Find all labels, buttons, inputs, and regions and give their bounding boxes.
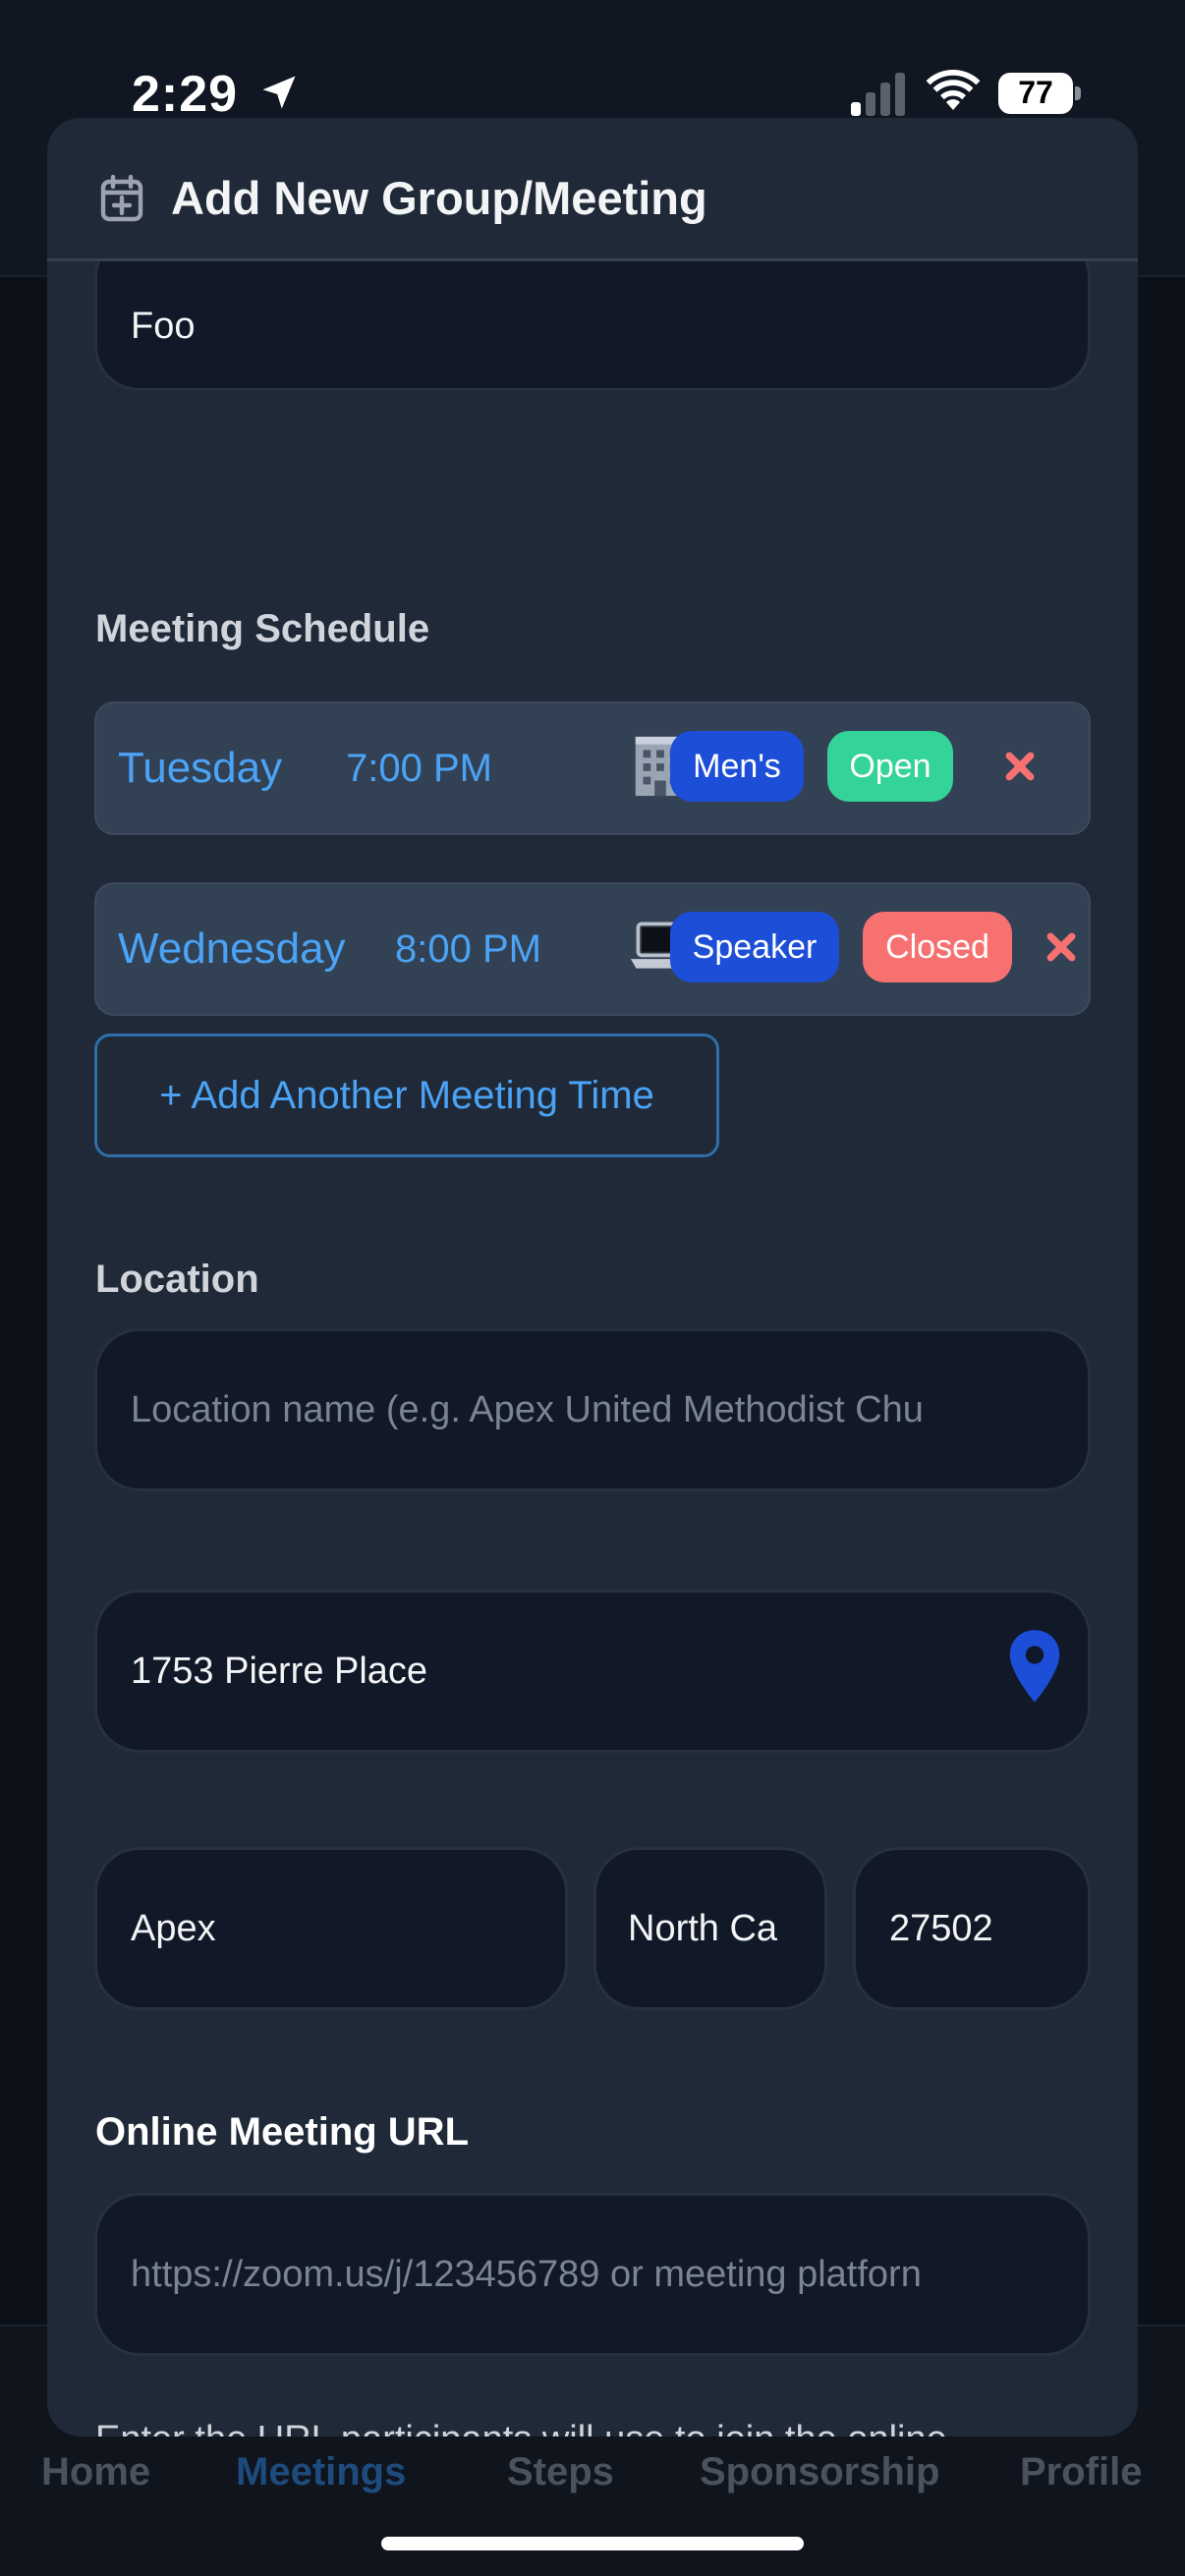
battery-level: 77 [1018,75,1053,110]
group-name-value: Foo [131,305,196,347]
status-time: 2:29 [132,66,239,123]
city-value: Apex [131,1907,216,1949]
meeting-access-badge: Closed [863,912,1012,982]
schedule-row[interactable]: Tuesday 7:00 PM Men's Open [94,701,1091,835]
map-pin-icon[interactable] [1007,1628,1062,1705]
location-name-placeholder: Location name (e.g. Apex United Methodis… [131,1388,924,1430]
schedule-row[interactable]: Wednesday 8:00 PM Speaker Closed [94,882,1091,1016]
remove-icon[interactable] [1044,929,1079,965]
meeting-access-badge: Open [827,731,953,802]
online-meeting-url-label: Online Meeting URL [95,2110,469,2154]
tab-sponsorship[interactable]: Sponsorship [700,2450,939,2494]
modal-scroll-content[interactable]: Foo Meeting Schedule Tuesday 7:00 PM Men… [47,261,1138,2436]
battery-icon: 77 [998,73,1081,116]
state-input[interactable]: North Ca [593,1847,827,2010]
location-arrow-icon [262,76,296,109]
meeting-type-badge: Men's [670,731,804,802]
tab-profile[interactable]: Profile [1020,2450,1142,2494]
modal-title: Add New Group/Meeting [171,172,707,224]
meeting-type-badge: Speaker [670,912,839,982]
wifi-icon [926,69,981,110]
add-meeting-modal: Add New Group/Meeting Foo Meeting Schedu… [47,118,1138,2436]
online-url-help-text: Enter the URL participants will use to j… [95,2409,1088,2436]
online-url-placeholder: https://zoom.us/j/123456789 or meeting p… [131,2253,922,2295]
modal-header: Add New Group/Meeting [47,118,1138,261]
schedule-time: 8:00 PM [395,926,541,971]
tab-steps[interactable]: Steps [507,2450,614,2494]
zip-value: 27502 [889,1907,993,1949]
schedule-day: Wednesday [118,924,346,973]
remove-icon[interactable] [1002,749,1038,784]
address-value: 1753 Pierre Place [131,1650,428,1692]
online-meeting-url-input[interactable]: https://zoom.us/j/123456789 or meeting p… [94,2193,1091,2356]
cellular-signal-icon [851,73,905,116]
tab-home[interactable]: Home [41,2450,150,2494]
tab-meetings[interactable]: Meetings [236,2450,406,2494]
schedule-time: 7:00 PM [346,746,492,790]
zip-input[interactable]: 27502 [853,1847,1091,2010]
screen: Home Meetings Steps Sponsorship Profile … [0,0,1185,2576]
group-name-input[interactable]: Foo [94,261,1091,391]
location-name-input[interactable]: Location name (e.g. Apex United Methodis… [94,1328,1091,1491]
state-value: North Ca [628,1907,778,1949]
home-indicator [381,2537,804,2550]
add-meeting-time-button[interactable]: + Add Another Meeting Time [94,1034,719,1157]
address-input[interactable]: 1753 Pierre Place [94,1590,1091,1753]
calendar-plus-icon [100,175,143,222]
schedule-day: Tuesday [118,744,283,792]
city-input[interactable]: Apex [94,1847,568,2010]
meeting-schedule-label: Meeting Schedule [95,607,430,650]
location-label: Location [95,1258,259,1301]
